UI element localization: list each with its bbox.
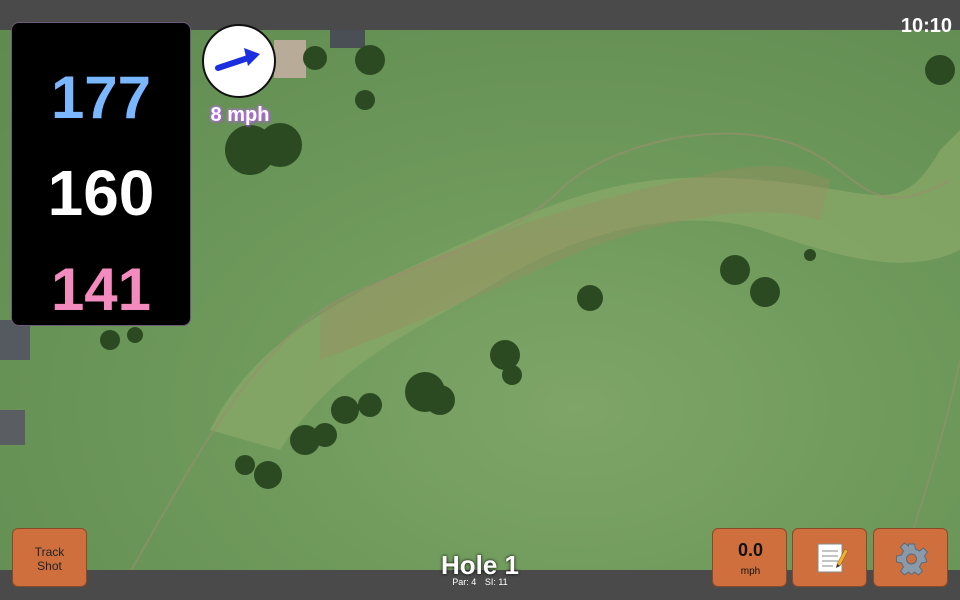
track-shot-button[interactable]: Track Shot: [12, 528, 87, 587]
back-distance: 177: [50, 64, 152, 131]
track-shot-label-line2: Shot: [37, 559, 62, 573]
wind-speed: 8 mph: [210, 104, 270, 126]
hole-stroke-index: SI: 11: [484, 577, 508, 587]
distance-panel: 177 160 141: [11, 22, 191, 326]
wind-arrow-icon: [215, 48, 260, 71]
clock: 10:10: [900, 15, 952, 37]
center-distance: 160: [47, 157, 155, 229]
gear-icon: [896, 542, 929, 576]
notes-button[interactable]: [792, 528, 867, 587]
speed-unit: mph: [740, 566, 761, 577]
notes-icon: [817, 543, 849, 573]
hole-par: Par: 4: [452, 577, 477, 587]
hole-info: Par: 4 SI: 11: [380, 577, 580, 587]
track-shot-label-line1: Track: [34, 545, 65, 559]
front-distance: 141: [50, 256, 152, 323]
settings-button[interactable]: [873, 528, 948, 587]
wind-indicator: [202, 24, 276, 98]
speed-button[interactable]: 0.0 mph: [712, 528, 787, 587]
speed-value: 0.0: [737, 540, 764, 560]
